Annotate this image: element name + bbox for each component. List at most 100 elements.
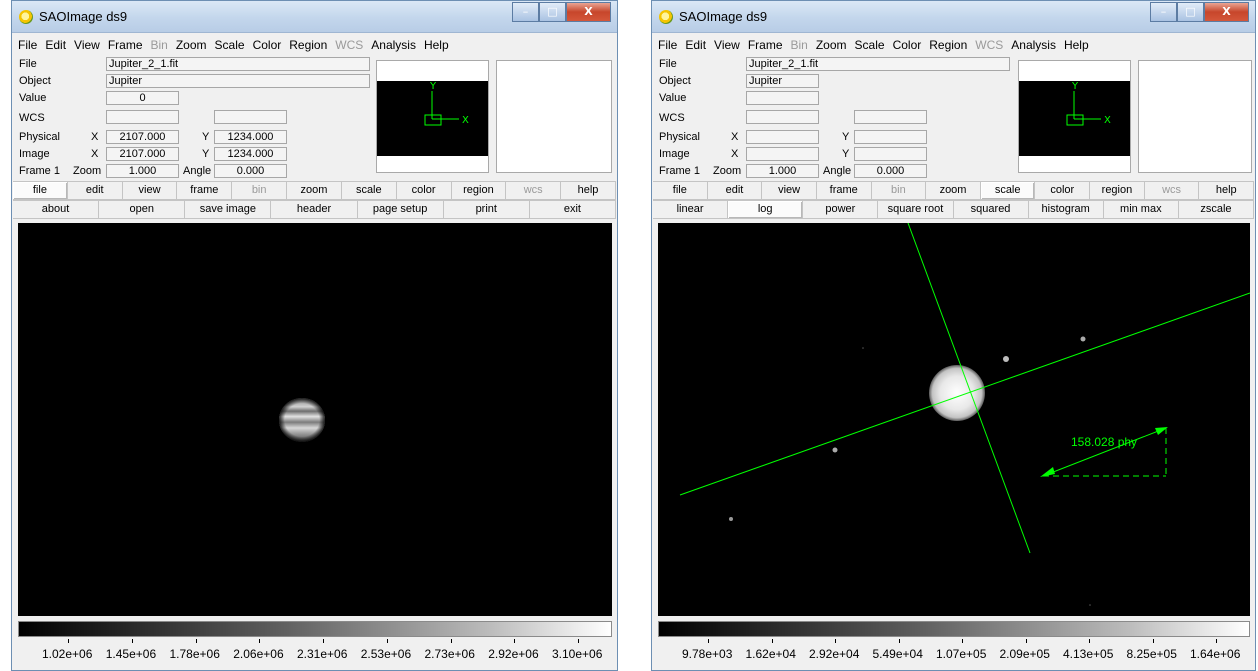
menu-scale[interactable]: Scale [855, 38, 885, 52]
physical-label: Physical [659, 131, 700, 143]
main-color-button[interactable]: color [396, 182, 452, 200]
wcs-field-1 [106, 110, 179, 124]
menu-color[interactable]: Color [893, 38, 922, 52]
file-page-setup-button[interactable]: page setup [357, 201, 444, 219]
menu-help[interactable]: Help [1064, 38, 1089, 52]
file-save-image-button[interactable]: save image [185, 201, 272, 219]
scale-min-max-button[interactable]: min max [1103, 201, 1179, 219]
value-label: Value [19, 92, 47, 104]
main-file-button[interactable]: file [653, 182, 708, 200]
main-bin-button[interactable]: bin [232, 182, 288, 200]
maximize-button[interactable]: □ [1177, 2, 1204, 22]
menu-edit[interactable]: Edit [45, 38, 66, 52]
panner-image: Y X [1019, 81, 1130, 156]
scale-power-button[interactable]: power [803, 201, 879, 219]
close-button[interactable]: X [566, 2, 611, 22]
panner-view-box[interactable] [1066, 114, 1084, 126]
moon-3 [832, 447, 838, 453]
menu-bin[interactable]: Bin [791, 38, 808, 52]
colorbar[interactable] [18, 621, 612, 637]
image-display[interactable] [18, 223, 612, 616]
image-canvas [279, 398, 325, 442]
menu-bin[interactable]: Bin [151, 38, 168, 52]
main-edit-button[interactable]: edit [67, 182, 123, 200]
main-zoom-button[interactable]: zoom [926, 182, 981, 200]
title-bar[interactable]: SAOImage ds9 – □ X [652, 1, 1255, 33]
colorbar[interactable] [658, 621, 1250, 637]
region-line-vertical[interactable] [907, 223, 1031, 554]
menu-region[interactable]: Region [929, 38, 967, 52]
region-line-horizontal[interactable] [679, 292, 1250, 496]
colorbar-tick-label: 1.78e+06 [169, 647, 220, 661]
menu-frame[interactable]: Frame [108, 38, 143, 52]
menu-wcs[interactable]: WCS [335, 38, 363, 52]
main-bin-button[interactable]: bin [871, 182, 927, 200]
main-region-button[interactable]: region [451, 182, 507, 200]
image-display[interactable]: 158.028 phy [658, 223, 1250, 616]
info-panel: File Jupiter_2_1.fit Object Jupiter Valu… [653, 55, 1013, 179]
maximize-button[interactable]: □ [539, 2, 566, 22]
menu-file[interactable]: File [18, 38, 37, 52]
main-color-button[interactable]: color [1035, 182, 1091, 200]
menu-bar: File Edit View Frame Bin Zoom Scale Color Region… [13, 35, 616, 54]
minimize-button[interactable]: – [1150, 2, 1177, 22]
main-help-button[interactable]: help [561, 182, 616, 200]
main-wcs-button[interactable]: wcs [1144, 182, 1200, 200]
menu-scale[interactable]: Scale [215, 38, 245, 52]
wcs-label: WCS [19, 112, 45, 124]
title-bar[interactable]: SAOImage ds9 – □ X [12, 1, 617, 33]
close-button[interactable]: X [1204, 2, 1249, 22]
menu-view[interactable]: View [714, 38, 740, 52]
menu-analysis[interactable]: Analysis [1011, 38, 1056, 52]
value-field: 0 [106, 91, 179, 105]
menu-frame[interactable]: Frame [748, 38, 783, 52]
menu-analysis[interactable]: Analysis [371, 38, 416, 52]
main-view-button[interactable]: view [762, 182, 817, 200]
scale-linear-button[interactable]: linear [653, 201, 729, 219]
file-open-button[interactable]: open [99, 201, 186, 219]
main-frame-button[interactable]: frame [816, 182, 872, 200]
colorbar-tick-mark [514, 639, 516, 643]
scale-histogram-button[interactable]: histogram [1028, 201, 1104, 219]
window-title: SAOImage ds9 [679, 9, 768, 24]
main-frame-button[interactable]: frame [177, 182, 233, 200]
menu-zoom[interactable]: Zoom [176, 38, 207, 52]
main-region-button[interactable]: region [1090, 182, 1145, 200]
file-print-button[interactable]: print [443, 201, 530, 219]
menu-zoom[interactable]: Zoom [816, 38, 847, 52]
main-scale-button[interactable]: scale [980, 182, 1036, 200]
main-wcs-button[interactable]: wcs [506, 182, 562, 200]
menu-color[interactable]: Color [253, 38, 282, 52]
file-name-field: Jupiter_2_1.fit [746, 57, 1010, 71]
main-file-button[interactable]: file [13, 182, 68, 200]
file-header-button[interactable]: header [271, 201, 358, 219]
file-exit-button[interactable]: exit [529, 201, 616, 219]
main-zoom-button[interactable]: zoom [287, 182, 342, 200]
scale-log-button[interactable]: log [728, 201, 804, 219]
colorbar-tick-label: 1.62e+04 [745, 647, 796, 661]
minimize-button[interactable]: – [512, 2, 539, 22]
main-button-bar: file edit view frame bin zoom scale color region… [13, 181, 616, 200]
angle-field: 0.000 [214, 164, 287, 178]
menu-edit[interactable]: Edit [685, 38, 706, 52]
main-edit-button[interactable]: edit [707, 182, 763, 200]
menu-region[interactable]: Region [289, 38, 327, 52]
panner[interactable]: Y X [376, 60, 489, 173]
colorbar-tick-label: 2.53e+06 [360, 647, 412, 661]
main-scale-button[interactable]: scale [341, 182, 397, 200]
colorbar-tick-label: 2.92e+06 [488, 647, 539, 661]
ds9-app-icon [19, 10, 33, 24]
file-about-button[interactable]: about [13, 201, 100, 219]
colorbar-tick-mark [1152, 639, 1154, 643]
menu-file[interactable]: File [658, 38, 677, 52]
panner[interactable]: Y X [1018, 60, 1131, 173]
scale-zscale-button[interactable]: zscale [1178, 201, 1254, 219]
menu-wcs[interactable]: WCS [975, 38, 1003, 52]
menu-help[interactable]: Help [424, 38, 449, 52]
main-help-button[interactable]: help [1199, 182, 1255, 200]
scale-square-root-button[interactable]: square root [878, 201, 954, 219]
main-view-button[interactable]: view [122, 182, 178, 200]
scale-squared-button[interactable]: squared [953, 201, 1029, 219]
panner-view-box[interactable] [424, 114, 442, 126]
menu-view[interactable]: View [74, 38, 100, 52]
